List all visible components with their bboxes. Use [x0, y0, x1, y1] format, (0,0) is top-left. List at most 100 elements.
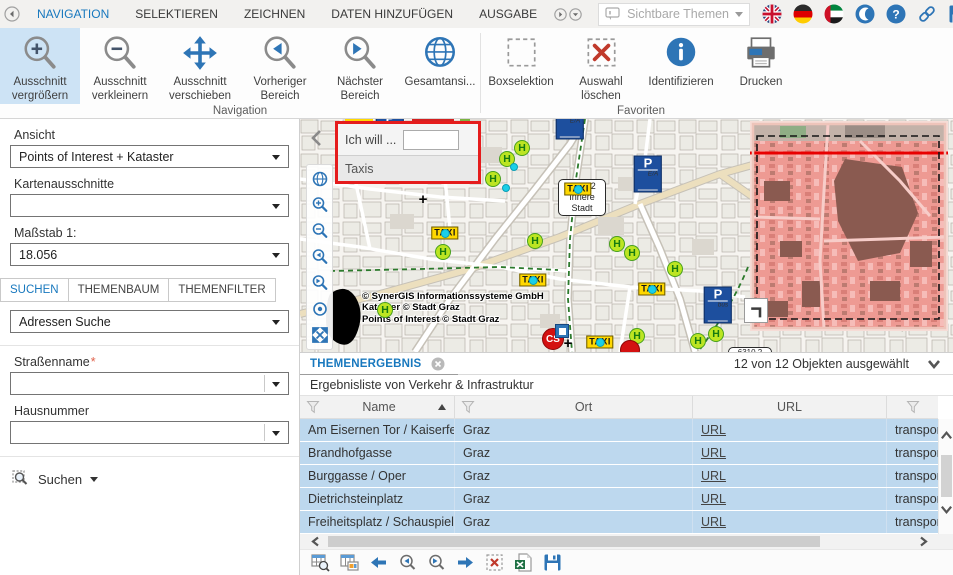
tab-themenfilter[interactable]: THEMENFILTER — [169, 278, 276, 302]
overview-toggle-button[interactable] — [744, 298, 768, 323]
crescent-icon[interactable] — [855, 4, 875, 24]
taxi-marker[interactable]: TAXI — [519, 273, 547, 287]
map-viewport[interactable]: © SynerGIS Informationssysteme GmbH Kata… — [300, 119, 953, 352]
massstab-dropdown[interactable]: 18.056 — [10, 243, 289, 266]
taxi-marker[interactable]: TAXI — [431, 226, 459, 240]
vertical-scrollbar[interactable] — [938, 419, 953, 534]
map-next-extent-icon[interactable] — [311, 274, 329, 292]
poi-h-marker[interactable]: H — [435, 244, 451, 260]
column-header-url[interactable]: URL — [693, 396, 887, 418]
menu-item-zeichnen[interactable]: ZEICHNEN — [244, 7, 305, 21]
tab-themenergebnis[interactable]: THEMENERGEBNIS — [310, 358, 421, 370]
scroll-down-icon[interactable] — [940, 503, 953, 516]
url-link[interactable]: URL — [701, 469, 726, 483]
url-link[interactable]: URL — [701, 446, 726, 460]
scrollbar-thumb[interactable] — [941, 455, 952, 497]
clear-selection-button[interactable]: Auswahl löschen — [561, 28, 641, 104]
taxi-marker[interactable]: TAXI — [564, 182, 592, 196]
menu-item-ausgabe[interactable]: AUSGABE — [479, 7, 537, 21]
poi-h-marker[interactable]: H — [514, 140, 530, 156]
ich-will-input[interactable] — [403, 129, 460, 150]
poi-h-marker[interactable]: H — [667, 261, 683, 277]
search-type-dropdown[interactable]: Adressen Suche — [10, 310, 289, 333]
column-header-name[interactable]: Name — [300, 396, 455, 418]
visible-themes-dropdown[interactable]: Sichtbare Themen — [598, 2, 751, 26]
flag-uae-icon[interactable] — [824, 4, 844, 24]
poi-h-marker[interactable]: H — [377, 302, 393, 318]
table-row[interactable]: Burggasse / OperGraz URL transport — [300, 465, 938, 488]
next-extent-button[interactable]: Nächster Bereich — [320, 28, 400, 104]
column-header-filter[interactable] — [887, 396, 938, 418]
zoom-to-results-icon[interactable] — [311, 553, 330, 572]
zoom-out-button[interactable]: Ausschnitt verkleinern — [80, 28, 160, 104]
scroll-tabs-right-icon[interactable] — [554, 7, 567, 21]
overview-globe-icon[interactable] — [311, 170, 329, 188]
full-screen-icon[interactable] — [311, 326, 329, 344]
identify-button[interactable]: Identifizieren — [641, 28, 721, 104]
menu-item-navigation[interactable]: NAVIGATION — [37, 7, 109, 21]
poi-h-marker[interactable]: H — [708, 326, 724, 342]
center-map-icon[interactable] — [311, 300, 329, 318]
show-in-map-icon[interactable] — [340, 553, 359, 572]
poi-h-marker[interactable]: H — [690, 333, 706, 349]
save-session-icon[interactable] — [948, 4, 953, 24]
overview-map[interactable] — [750, 121, 948, 331]
map-zoom-out-icon[interactable] — [311, 222, 329, 240]
next-record-icon[interactable] — [427, 553, 446, 572]
scroll-left-icon[interactable] — [310, 536, 322, 547]
poi-h-marker[interactable]: H — [527, 233, 543, 249]
taxi-marker[interactable]: TAXI — [586, 335, 614, 349]
map-previous-extent-icon[interactable] — [311, 248, 329, 266]
strassenname-input[interactable] — [10, 372, 289, 395]
tab-themenbaum[interactable]: THEMENBAUM — [68, 278, 170, 302]
table-row[interactable]: Am Eisernen Tor / KaiserfeldgasseGraz URL… — [300, 419, 938, 442]
print-button[interactable]: Drucken — [721, 28, 801, 104]
ich-will-item-taxis[interactable]: Taxis — [338, 155, 478, 181]
poi-h-marker[interactable]: H — [609, 236, 625, 252]
hausnummer-input[interactable] — [10, 421, 289, 444]
collapse-panel-icon[interactable] — [309, 128, 325, 148]
clear-result-selection-icon[interactable] — [485, 553, 504, 572]
save-results-icon[interactable] — [543, 553, 562, 572]
more-tabs-icon[interactable] — [569, 7, 582, 21]
box-select-button[interactable]: Boxselektion — [481, 28, 561, 104]
filter-icon[interactable] — [306, 400, 320, 414]
menu-item-daten-hinzufuegen[interactable]: DATEN HINZUFÜGEN — [331, 7, 453, 21]
column-header-ort[interactable]: Ort — [455, 396, 693, 418]
scroll-right-icon[interactable] — [917, 536, 929, 547]
ich-will-panel[interactable]: Ich will ... Taxis — [335, 121, 481, 184]
scroll-up-icon[interactable] — [940, 429, 953, 442]
taxi-marker[interactable]: TAXI — [638, 282, 666, 296]
full-extent-button[interactable]: Gesamtansi... — [400, 28, 480, 104]
poi-h-marker[interactable]: H — [624, 245, 640, 261]
map-zoom-in-icon[interactable] — [311, 196, 329, 214]
parking-marker[interactable]: Pbus — [703, 286, 733, 324]
last-record-icon[interactable] — [456, 553, 475, 572]
export-excel-icon[interactable] — [514, 553, 533, 572]
scroll-tabs-left-icon[interactable] — [4, 6, 20, 22]
menu-item-selektieren[interactable]: SELEKTIEREN — [135, 7, 218, 21]
filter-icon[interactable] — [906, 400, 920, 414]
table-row[interactable]: DietrichsteinplatzGraz URL transport — [300, 488, 938, 511]
table-row[interactable]: BrandhofgasseGraz URL transport — [300, 442, 938, 465]
ansicht-dropdown[interactable]: Points of Interest + Kataster — [10, 145, 289, 168]
url-link[interactable]: URL — [701, 515, 726, 529]
link-icon[interactable] — [917, 4, 937, 24]
flag-germany-icon[interactable] — [793, 4, 813, 24]
close-icon[interactable] — [431, 357, 445, 371]
kartenausschnitte-dropdown[interactable] — [10, 194, 289, 217]
filter-icon[interactable] — [461, 400, 475, 414]
first-record-icon[interactable] — [369, 553, 388, 572]
flag-uk-icon[interactable] — [762, 4, 782, 24]
url-link[interactable]: URL — [701, 492, 726, 506]
table-row[interactable]: Freiheitsplatz / SchauspielhausGraz URL tr… — [300, 511, 938, 534]
zoom-in-button[interactable]: Ausschnitt vergrößern — [0, 28, 80, 104]
previous-extent-button[interactable]: Vorheriger Bereich — [240, 28, 320, 104]
tab-suchen[interactable]: SUCHEN — [0, 278, 69, 302]
horizontal-scrollbar[interactable] — [300, 534, 953, 549]
poi-h-marker[interactable]: H — [485, 171, 501, 187]
previous-record-icon[interactable] — [398, 553, 417, 572]
url-link[interactable]: URL — [701, 423, 726, 437]
suchen-button[interactable]: Suchen — [12, 470, 299, 488]
scrollbar-thumb[interactable] — [328, 536, 820, 547]
